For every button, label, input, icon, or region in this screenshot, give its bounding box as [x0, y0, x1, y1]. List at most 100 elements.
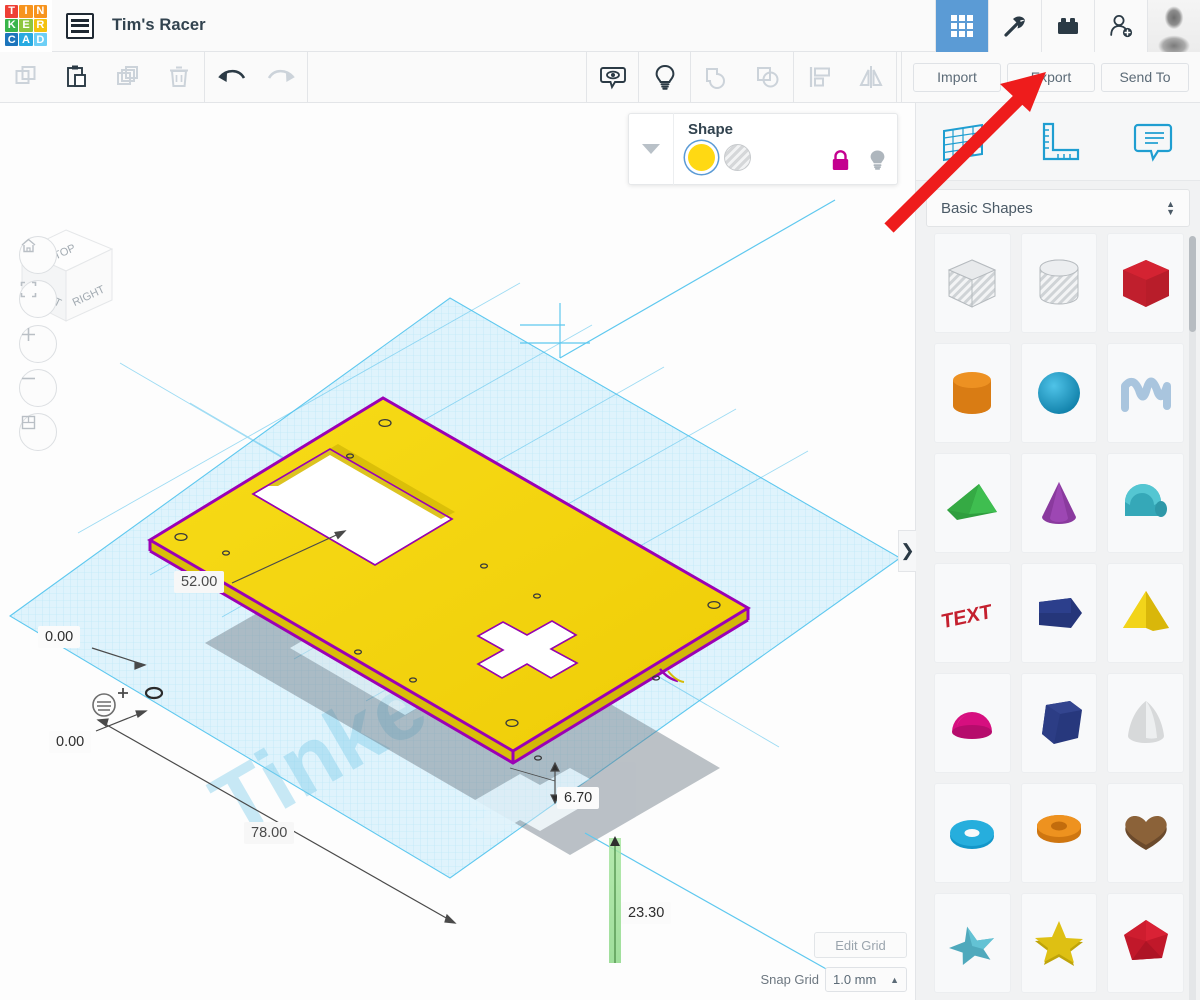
magenta-dome-shape[interactable] — [934, 673, 1011, 773]
list-menu-icon[interactable] — [66, 12, 94, 39]
delete-icon[interactable] — [153, 52, 204, 103]
export-button[interactable]: Export — [1007, 62, 1095, 92]
logo-letter: R — [33, 18, 47, 33]
grid-view-icon[interactable] — [935, 0, 988, 52]
shape-library-grid[interactable]: TEXT — [916, 233, 1200, 1000]
shape-category-select[interactable]: Basic Shapes ▲ ▼ — [926, 189, 1190, 227]
ungroup-icon[interactable] — [742, 52, 793, 103]
panel-collapse-handle[interactable]: ❯ — [898, 530, 916, 572]
right-panel-tabs — [916, 103, 1200, 181]
dim-width-52[interactable]: 52.00 — [174, 571, 225, 593]
logo-letter: C — [5, 33, 19, 47]
dim-height-6-70[interactable]: 6.70 — [557, 787, 600, 809]
text-shape[interactable]: TEXT — [934, 563, 1011, 663]
snap-grid-select[interactable]: 1.0 mm ▲ — [825, 967, 907, 992]
perspective-icon[interactable] — [19, 413, 57, 451]
red-polyhedron-shape[interactable] — [1107, 893, 1185, 993]
elevation-indicator — [609, 836, 621, 963]
mirror-icon[interactable] — [845, 52, 896, 103]
fit-view-icon[interactable] — [19, 280, 57, 318]
svg-text:TEXT: TEXT — [941, 601, 993, 634]
right-panel: Basic Shapes ▲ ▼ TEXT — [915, 103, 1200, 1000]
snap-grid-row: Snap Grid 1.0 mm ▲ — [637, 958, 907, 992]
snap-grid-label: Snap Grid — [760, 972, 819, 987]
tinkercad-logo[interactable]: T I N K E R C A D — [0, 0, 52, 52]
scribble-shape[interactable] — [1107, 343, 1185, 443]
blue-sphere-shape[interactable] — [1020, 343, 1098, 443]
hole-swatch[interactable] — [724, 144, 751, 171]
solid-swatch[interactable] — [688, 144, 715, 171]
purple-cone-shape[interactable] — [1020, 453, 1098, 553]
zoom-in-icon[interactable] — [19, 325, 57, 363]
green-wedge-shape[interactable] — [934, 453, 1011, 553]
action-buttons: Import Export Send To — [901, 51, 1200, 103]
paraboloid-shape[interactable] — [1107, 673, 1185, 773]
yellow-star-shape[interactable] — [1020, 893, 1098, 993]
dim-elevation-23-30[interactable]: 23.30 — [621, 902, 672, 924]
orange-cylinder-shape[interactable] — [934, 343, 1011, 443]
logo-letter: D — [33, 33, 47, 47]
note-eye-icon[interactable] — [587, 52, 638, 103]
import-button[interactable]: Import — [913, 62, 1001, 92]
dim-x-offset[interactable]: 0.00 — [38, 626, 81, 648]
group-icon[interactable] — [691, 52, 742, 103]
shape-panel-title: Shape — [688, 121, 734, 138]
shape-scrollbar-track[interactable] — [1189, 236, 1196, 1000]
yellow-pyramid-shape[interactable] — [1107, 563, 1185, 663]
lightbulb-icon[interactable] — [639, 52, 690, 103]
shape-panel-toggles — [831, 149, 887, 172]
hole-cylinder-shape[interactable] — [1020, 233, 1098, 333]
align-icon[interactable] — [794, 52, 845, 103]
undo-icon[interactable] — [205, 52, 256, 103]
shape-row: TEXT — [934, 563, 1185, 663]
lightbulb-icon[interactable] — [868, 149, 887, 172]
add-person-icon[interactable] — [1094, 0, 1147, 52]
zoom-out-icon[interactable] — [19, 369, 57, 407]
grid-controls: Edit Grid Snap Grid 1.0 mm ▲ — [637, 932, 907, 992]
pickaxe-icon[interactable] — [988, 0, 1041, 52]
workplane-grid-icon[interactable] — [916, 103, 1011, 181]
cyan-roof-shape[interactable] — [1107, 453, 1185, 553]
blue-hexprism-shape[interactable] — [1020, 673, 1098, 773]
edit-grid-button[interactable]: Edit Grid — [814, 932, 907, 958]
copy-icon[interactable] — [0, 52, 51, 103]
stepper-icon: ▲ ▼ — [1166, 199, 1175, 217]
shape-scrollbar-thumb[interactable] — [1189, 236, 1196, 332]
blue-torus-shape[interactable] — [934, 783, 1011, 883]
note-icon[interactable] — [1105, 103, 1200, 181]
logo-letter: T — [5, 4, 19, 18]
hole-box-shape[interactable] — [934, 233, 1011, 333]
shape-inspector-panel[interactable]: Shape — [628, 113, 898, 185]
top-bar: T I N K E R C A D Tim's Racer — [0, 0, 1200, 52]
topbar-actions — [935, 0, 1200, 52]
dim-length-78[interactable]: 78.00 — [244, 822, 295, 844]
red-box-shape[interactable] — [1107, 233, 1185, 333]
3d-canvas[interactable]: Tinkercad — [0, 103, 915, 1000]
avatar[interactable] — [1147, 0, 1200, 52]
lock-icon[interactable] — [831, 149, 850, 172]
duplicate-icon[interactable] — [102, 52, 153, 103]
page-title: Tim's Racer — [112, 16, 206, 34]
shape-row — [934, 893, 1185, 993]
send-to-button[interactable]: Send To — [1101, 62, 1189, 92]
brown-heart-shape[interactable] — [1107, 783, 1185, 883]
shape-row — [934, 233, 1185, 333]
redo-icon[interactable] — [256, 52, 307, 103]
avatar-image — [1148, 0, 1200, 52]
cyan-star-shape[interactable] — [934, 893, 1011, 993]
dim-y-offset[interactable]: 0.00 — [49, 731, 92, 753]
paste-icon[interactable] — [51, 52, 102, 103]
orange-tube-shape[interactable] — [1020, 783, 1098, 883]
lego-brick-icon[interactable] — [1041, 0, 1094, 52]
toolbar-divider — [896, 51, 897, 103]
home-icon[interactable] — [19, 236, 57, 274]
toolbar-divider — [307, 51, 308, 103]
ruler-icon[interactable] — [1011, 103, 1106, 181]
collapse-caret-icon[interactable] — [629, 143, 673, 156]
main-toolbar: Import Export Send To — [0, 51, 1200, 103]
navy-polygon-shape[interactable] — [1020, 563, 1098, 663]
logo-letter: I — [19, 4, 33, 18]
scene-graphic: Tinkercad — [8, 199, 902, 989]
logo-letter: K — [5, 18, 19, 33]
snap-grid-value: 1.0 mm — [833, 972, 877, 987]
